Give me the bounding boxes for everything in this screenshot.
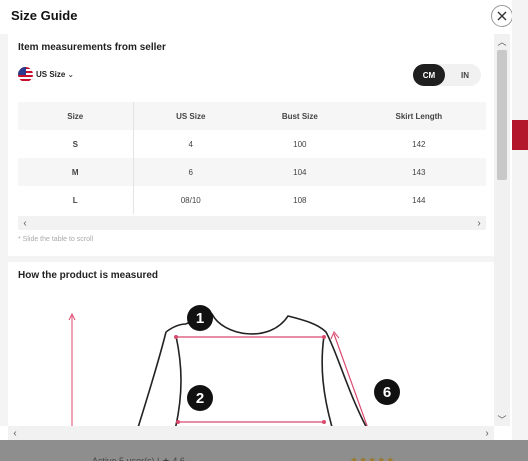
- cell-us-size: 6: [133, 158, 248, 186]
- how-measured-card: How the product is measured 1 2 6: [8, 262, 494, 426]
- table-row: M 6 104 143: [18, 158, 486, 186]
- us-flag-icon: [18, 66, 33, 82]
- how-measured-title: How the product is measured: [18, 270, 159, 281]
- svg-text:6: 6: [383, 384, 391, 401]
- marker-1: 1: [187, 305, 213, 331]
- chevron-down-icon: ⌄: [67, 69, 75, 79]
- measurements-card: Item measurements from seller US Size ⌄ …: [8, 34, 494, 256]
- bust-line: [174, 335, 326, 339]
- modal-title: Size Guide: [11, 8, 78, 23]
- cell-size: S: [18, 130, 134, 158]
- header-skirt-length: Skirt Length: [351, 102, 486, 130]
- close-button[interactable]: [491, 5, 512, 27]
- scroll-hint: * Slide the table to scroll: [18, 236, 94, 243]
- cell-skirt-length: 144: [412, 195, 426, 205]
- cell-bust-size: 104: [248, 158, 352, 186]
- cell-us-size: 08/10: [180, 195, 201, 205]
- cell-size: L: [18, 186, 134, 214]
- scrollbar-thumb[interactable]: [497, 50, 507, 180]
- header-size: Size: [18, 102, 134, 130]
- size-table: Size US Size Bust Size Skirt Length S 4 …: [18, 102, 486, 214]
- background-page-edge: [510, 0, 528, 461]
- measurement-diagram: 1 2 6: [68, 305, 400, 426]
- scroll-right-arrow-icon[interactable]: ›: [480, 426, 494, 440]
- unit-cm-button[interactable]: CM: [413, 64, 445, 86]
- cell-bust-size: 108: [293, 195, 307, 205]
- size-system-label: US Size: [36, 69, 66, 79]
- close-icon: [497, 11, 507, 21]
- modal-vertical-scrollbar[interactable]: ︿ ﹀: [494, 34, 510, 426]
- waist-line: [176, 420, 326, 424]
- modal-header: Size Guide: [0, 0, 512, 34]
- scroll-up-arrow-icon[interactable]: ︿: [494, 34, 510, 48]
- cell-us-size: 4: [188, 139, 193, 149]
- marker-2: 2: [187, 385, 213, 411]
- background-review-text: Active 5 user(s) | ★ 4.6: [92, 456, 185, 461]
- header-bust-size: Bust Size: [248, 102, 352, 130]
- scroll-down-arrow-icon[interactable]: ﹀: [494, 412, 510, 426]
- table-header-row: Size US Size Bust Size Skirt Length: [18, 102, 486, 130]
- modal-content: Item measurements from seller US Size ⌄ …: [0, 34, 494, 426]
- scroll-left-arrow-icon[interactable]: ‹: [8, 426, 22, 440]
- svg-text:1: 1: [196, 310, 204, 327]
- background-rating-stars: ★★★★★: [350, 455, 396, 461]
- background-footer: Active 5 user(s) | ★ 4.6 ★★★★★: [0, 440, 528, 461]
- length-arrow: [68, 312, 76, 426]
- table-horizontal-scrollbar[interactable]: ‹ ›: [18, 216, 486, 230]
- modal-horizontal-scrollbar[interactable]: ‹ ›: [8, 426, 494, 440]
- table-row: S 4 100 142: [18, 130, 486, 158]
- measurements-title: Item measurements from seller: [18, 42, 166, 53]
- cell-skirt-length: 143: [351, 158, 486, 186]
- marker-6: 6: [374, 379, 400, 405]
- sleeve-line: [330, 331, 368, 426]
- table-row: L 08/10 108 144: [18, 186, 486, 214]
- scroll-right-arrow-icon[interactable]: ›: [472, 216, 486, 230]
- unit-in-button[interactable]: IN: [449, 64, 481, 86]
- size-system-dropdown[interactable]: US Size ⌄: [18, 66, 74, 82]
- svg-text:2: 2: [196, 390, 204, 407]
- background-add-to-cart-button: [510, 120, 528, 150]
- scroll-left-arrow-icon[interactable]: ‹: [18, 216, 32, 230]
- cell-size: M: [18, 158, 134, 186]
- cell-skirt-length: 142: [412, 139, 426, 149]
- header-us-size: US Size: [133, 102, 248, 130]
- cell-bust-size: 100: [293, 139, 307, 149]
- unit-toggle: CM IN: [413, 64, 481, 86]
- garment-outline: [137, 313, 367, 426]
- size-guide-modal: Size Guide Item measurements from seller…: [0, 0, 512, 440]
